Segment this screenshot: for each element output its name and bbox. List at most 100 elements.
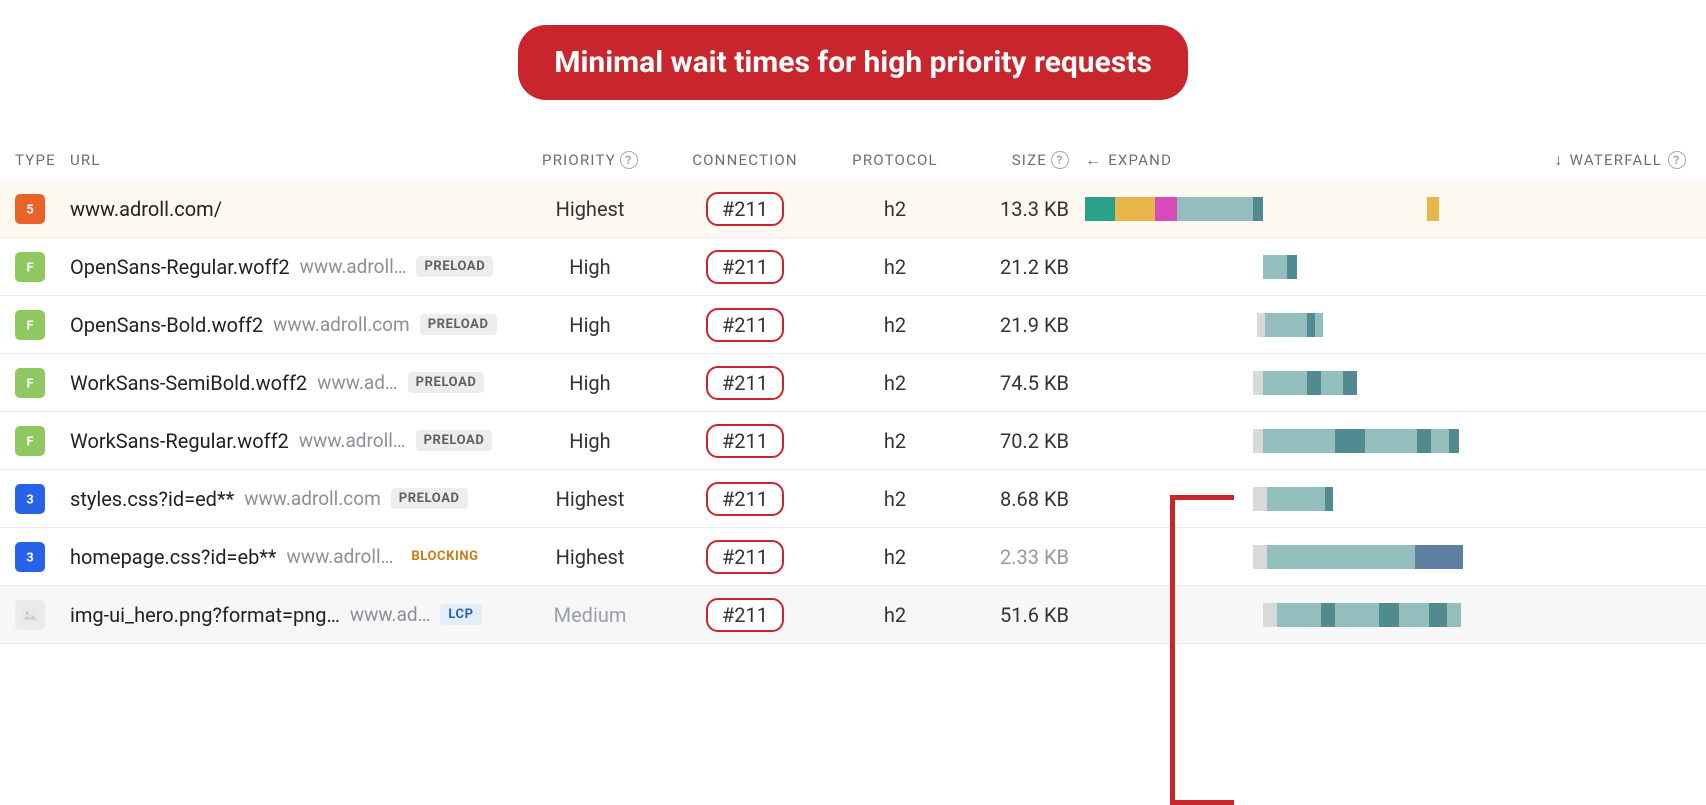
arrow-down-icon: ↓ bbox=[1554, 150, 1563, 170]
cell-url[interactable]: styles.css?id=ed**www.adroll.comPRELOAD bbox=[70, 487, 525, 511]
url-filename: WorkSans-Regular.woff2 bbox=[70, 429, 289, 453]
waterfall-segment bbox=[1335, 603, 1379, 627]
waterfall-segment bbox=[1307, 371, 1321, 395]
url-domain: www.adroll… bbox=[300, 255, 407, 278]
css-icon: 3 bbox=[15, 484, 45, 514]
cell-url[interactable]: img-ui_hero.png?format=png…www.ad…LCP bbox=[70, 603, 525, 627]
cell-size: 70.2 KB bbox=[955, 429, 1075, 453]
url-domain: www.adroll.com bbox=[244, 487, 381, 510]
tag-lcp: LCP bbox=[440, 604, 481, 625]
waterfall-segment bbox=[1085, 197, 1115, 221]
table-row[interactable]: 3homepage.css?id=eb**www.adroll…BLOCKING… bbox=[0, 528, 1706, 586]
waterfall-segment bbox=[1267, 487, 1325, 511]
tag-preload: PRELOAD bbox=[416, 430, 493, 451]
cell-priority: Highest bbox=[525, 487, 655, 511]
cell-waterfall[interactable] bbox=[1075, 470, 1706, 527]
cell-connection: #211 bbox=[655, 598, 835, 632]
cell-priority: High bbox=[525, 255, 655, 279]
waterfall-track bbox=[1085, 545, 1706, 569]
url-domain: www.ad… bbox=[350, 603, 430, 626]
requests-table: TYPE URL PRIORITY ? CONNECTION PROTOCOL … bbox=[0, 140, 1706, 644]
cell-url[interactable]: WorkSans-SemiBold.woff2www.ad…PRELOAD bbox=[70, 371, 525, 395]
cell-url[interactable]: OpenSans-Regular.woff2 www.adroll… PRELOAD bbox=[70, 255, 525, 279]
cell-waterfall[interactable] bbox=[1075, 354, 1706, 411]
tag-preload: PRELOAD bbox=[391, 488, 468, 509]
table-row[interactable]: F WorkSans-Regular.woff2www.adroll…PRELOA… bbox=[0, 412, 1706, 470]
tag-preload: PRELOAD bbox=[416, 256, 493, 277]
cell-priority: High bbox=[525, 313, 655, 337]
connection-pill: #211 bbox=[706, 424, 784, 458]
cell-connection: #211 bbox=[655, 250, 835, 284]
waterfall-segment bbox=[1253, 371, 1263, 395]
waterfall-segment bbox=[1449, 429, 1459, 453]
waterfall-segment bbox=[1321, 371, 1343, 395]
cell-size: 8.68 KB bbox=[955, 487, 1075, 511]
cell-size: 21.9 KB bbox=[955, 313, 1075, 337]
cell-waterfall[interactable] bbox=[1075, 180, 1706, 237]
cell-type: F bbox=[0, 310, 70, 340]
cell-size: 13.3 KB bbox=[955, 197, 1075, 221]
url-domain: www.ad… bbox=[317, 371, 397, 394]
help-icon[interactable]: ? bbox=[1668, 151, 1686, 169]
cell-priority: Highest bbox=[525, 197, 655, 221]
cell-size: 21.2 KB bbox=[955, 255, 1075, 279]
waterfall-segment bbox=[1417, 429, 1431, 453]
waterfall-segment bbox=[1429, 603, 1447, 627]
waterfall-segment bbox=[1365, 429, 1417, 453]
waterfall-segment bbox=[1155, 197, 1177, 221]
cell-waterfall[interactable] bbox=[1075, 296, 1706, 353]
cell-priority: Highest bbox=[525, 545, 655, 569]
header-protocol[interactable]: PROTOCOL bbox=[835, 151, 955, 169]
table-row[interactable]: F OpenSans-Regular.woff2 www.adroll… PRELOA… bbox=[0, 238, 1706, 296]
cell-waterfall[interactable] bbox=[1075, 238, 1706, 295]
svg-text:3: 3 bbox=[26, 492, 33, 507]
waterfall-track bbox=[1085, 197, 1706, 221]
url-domain: www.adroll.com bbox=[273, 313, 410, 336]
cell-connection: #211 bbox=[655, 424, 835, 458]
cell-connection: #211 bbox=[655, 366, 835, 400]
img-icon bbox=[15, 600, 45, 630]
table-row[interactable]: 3styles.css?id=ed**www.adroll.comPRELOAD… bbox=[0, 470, 1706, 528]
url-filename: homepage.css?id=eb** bbox=[70, 545, 277, 569]
font-icon: F bbox=[15, 310, 45, 340]
cell-url[interactable]: OpenSans-Bold.woff2www.adroll.comPRELOAD bbox=[70, 313, 525, 337]
cell-type: 5 bbox=[0, 194, 70, 224]
html-icon: 5 bbox=[15, 194, 45, 224]
table-row[interactable]: F OpenSans-Bold.woff2www.adroll.comPRELOA… bbox=[0, 296, 1706, 354]
waterfall-segment bbox=[1253, 545, 1267, 569]
help-icon[interactable]: ? bbox=[620, 151, 638, 169]
cell-url[interactable]: www.adroll.com/ bbox=[70, 197, 525, 221]
table-row[interactable]: FWorkSans-SemiBold.woff2www.ad…PRELOADHi… bbox=[0, 354, 1706, 412]
cell-url[interactable]: homepage.css?id=eb**www.adroll…BLOCKING bbox=[70, 545, 525, 569]
header-type[interactable]: TYPE bbox=[0, 151, 70, 169]
svg-text:5: 5 bbox=[26, 202, 33, 217]
waterfall-segment bbox=[1177, 197, 1262, 221]
waterfall-segment bbox=[1427, 197, 1439, 221]
connection-pill: #211 bbox=[706, 192, 784, 226]
expand-button[interactable]: ← EXPAND bbox=[1085, 150, 1172, 170]
cell-type: 3 bbox=[0, 542, 70, 572]
url-filename: OpenSans-Regular.woff2 bbox=[70, 255, 290, 279]
cell-waterfall[interactable] bbox=[1075, 528, 1706, 585]
table-row[interactable]: 5www.adroll.com/Highest#211h213.3 KB bbox=[0, 180, 1706, 238]
table-row[interactable]: img-ui_hero.png?format=png…www.ad…LCPMed… bbox=[0, 586, 1706, 644]
cell-protocol: h2 bbox=[835, 371, 955, 395]
cell-url[interactable]: WorkSans-Regular.woff2www.adroll…PRELOAD bbox=[70, 429, 525, 453]
svg-text:F: F bbox=[26, 260, 33, 275]
header-size[interactable]: SIZE ? bbox=[955, 151, 1075, 169]
header-priority[interactable]: PRIORITY ? bbox=[525, 151, 655, 169]
cell-waterfall[interactable] bbox=[1075, 412, 1706, 469]
waterfall-label: WATERFALL bbox=[1570, 151, 1662, 169]
cell-waterfall[interactable] bbox=[1075, 586, 1706, 643]
cell-connection: #211 bbox=[655, 192, 835, 226]
help-icon[interactable]: ? bbox=[1051, 151, 1069, 169]
waterfall-segment bbox=[1287, 255, 1297, 279]
waterfall-segment bbox=[1431, 429, 1449, 453]
header-url[interactable]: URL bbox=[70, 151, 525, 169]
waterfall-sort[interactable]: ↓ WATERFALL ? bbox=[1554, 150, 1686, 170]
header-connection[interactable]: CONNECTION bbox=[655, 151, 835, 169]
header-priority-label: PRIORITY bbox=[542, 151, 616, 169]
waterfall-segment bbox=[1321, 603, 1335, 627]
font-icon: F bbox=[15, 426, 45, 456]
cell-type: F bbox=[0, 426, 70, 456]
